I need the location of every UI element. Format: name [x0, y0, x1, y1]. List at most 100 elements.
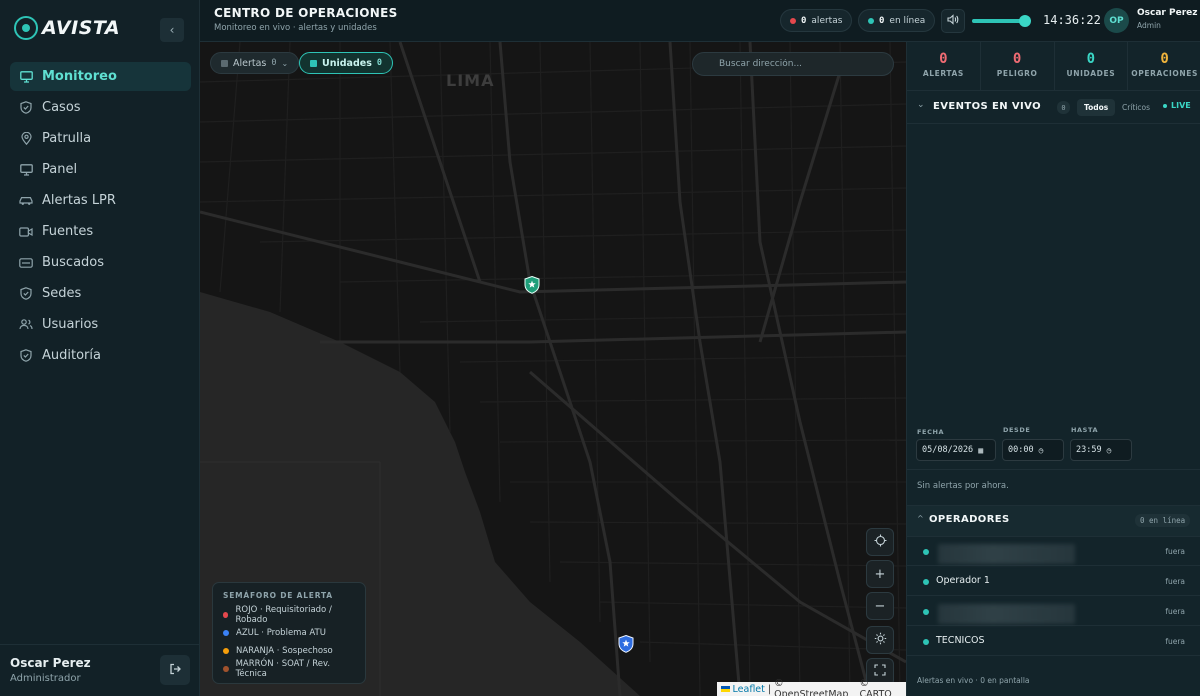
stat-operaciones: 0 OPERACIONES: [1128, 42, 1200, 90]
chevron-up-icon: ^: [917, 514, 924, 523]
leaflet-link[interactable]: Leaflet: [733, 684, 765, 695]
unit-marker-blue[interactable]: [618, 634, 634, 653]
online-counter-pill[interactable]: 0 en línea: [858, 9, 936, 32]
stats-bar: 0 ALERTAS 0 PELIGRO 0 UNIDADES 0 OPERACI…: [907, 42, 1200, 91]
attribution-separator: |: [767, 683, 772, 695]
sidebar: AVISTA ‹ Monitoreo Casos Patrulla Panel …: [0, 0, 200, 696]
stat-label: UNIDADES: [1066, 69, 1116, 78]
map[interactable]: Alertas 0 ⌄ Unidades 0 LIMA + −: [200, 42, 906, 696]
status-dot-icon: [923, 579, 929, 585]
legend-item: ROJO · Requisitoriado / Robado: [223, 605, 355, 625]
app-root: AVISTA ‹ Monitoreo Casos Patrulla Panel …: [0, 0, 1200, 696]
fecha-input[interactable]: 05/08/2026 ▦: [916, 439, 996, 461]
volume-button[interactable]: [941, 9, 965, 33]
red-dot-icon: [790, 17, 796, 24]
desde-input[interactable]: 00:00 ◷: [1002, 439, 1064, 461]
car-icon: [19, 194, 33, 208]
sidebar-item-panel[interactable]: Panel: [10, 155, 191, 184]
plus-icon: +: [874, 566, 886, 582]
operators-title: OPERADORES: [929, 514, 1010, 525]
blue-dot-icon: [223, 630, 229, 636]
filter-critical-button[interactable]: Críticos: [1115, 99, 1157, 116]
shield-icon: [19, 287, 33, 301]
sidebar-item-label: Usuarios: [42, 317, 99, 332]
stat-alertas: 0 ALERTAS: [907, 42, 981, 90]
fecha-label: FECHA: [917, 428, 945, 436]
crosshair-icon: [874, 534, 887, 551]
hasta-input[interactable]: 23:59 ◷: [1070, 439, 1132, 461]
operator-row[interactable]: fuera: [907, 597, 1200, 626]
theme-toggle-button[interactable]: [866, 626, 894, 654]
sidebar-item-patrulla[interactable]: Patrulla: [10, 124, 191, 153]
avatar[interactable]: OP: [1104, 8, 1129, 33]
shield-icon: [19, 101, 33, 115]
square-icon: [221, 59, 228, 67]
units-layer-count: 0: [376, 58, 382, 68]
sidebar-item-casos[interactable]: Casos: [10, 93, 191, 122]
users-icon: [19, 318, 33, 332]
alerts-count: 0: [801, 15, 807, 26]
logout-button[interactable]: [160, 655, 190, 685]
filter-all-button[interactable]: Todos: [1077, 99, 1116, 116]
live-dot-icon: [1163, 103, 1167, 108]
volume-slider-fill: [972, 19, 1026, 23]
operator-status: fuera: [1165, 547, 1185, 556]
fecha-value: 05/08/2026: [922, 445, 974, 455]
sidebar-item-label: Patrulla: [42, 131, 92, 146]
chevron-left-icon: ‹: [169, 23, 175, 37]
live-indicator: LIVE: [1163, 101, 1191, 110]
operator-row[interactable]: Operador 1 fuera: [907, 567, 1200, 596]
units-layer-toggle[interactable]: Unidades 0: [299, 52, 393, 74]
sidebar-item-fuentes[interactable]: Fuentes: [10, 217, 191, 246]
clock-icon: ◷: [1106, 445, 1112, 455]
sidebar-user-role: Administrador: [10, 673, 81, 684]
redacted-name: [938, 604, 1075, 624]
operators-online-badge: 0 en línea: [1135, 514, 1191, 527]
calendar-icon: ▦: [978, 445, 984, 455]
collapse-sidebar-button[interactable]: ‹: [160, 18, 184, 42]
sidebar-item-sedes[interactable]: Sedes: [10, 279, 191, 308]
sidebar-item-label: Alertas LPR: [42, 193, 116, 208]
sidebar-item-auditoria[interactable]: Auditoría: [10, 341, 191, 370]
sidebar-item-buscados[interactable]: Buscados: [10, 248, 191, 277]
sidebar-item-monitoreo[interactable]: Monitoreo: [10, 62, 191, 91]
zoom-in-button[interactable]: +: [866, 560, 894, 588]
alerts-layer-toggle[interactable]: Alertas 0 ⌄: [210, 52, 300, 74]
chevron-down-icon[interactable]: ⌄: [917, 100, 925, 110]
brown-dot-icon: [223, 666, 229, 672]
topbar: CENTRO DE OPERACIONES Monitoreo en vivo …: [200, 0, 1200, 42]
sidebar-item-usuarios[interactable]: Usuarios: [10, 310, 191, 339]
sidebar-item-alertas-lpr[interactable]: Alertas LPR: [10, 186, 191, 215]
red-dot-icon: [223, 612, 229, 618]
volume-slider-handle[interactable]: [1019, 15, 1032, 27]
brand[interactable]: AVISTA: [14, 16, 120, 40]
address-search-input[interactable]: [692, 52, 894, 76]
operator-row[interactable]: fuera: [907, 537, 1200, 566]
operator-status: fuera: [1165, 607, 1185, 616]
online-count: 0: [879, 15, 885, 26]
square-icon: [310, 59, 317, 67]
operator-name: Operador 1: [936, 575, 990, 586]
zoom-out-button[interactable]: −: [866, 592, 894, 620]
carto-attribution[interactable]: © CARTO: [859, 678, 902, 696]
sidebar-footer: Oscar Perez Administrador: [0, 644, 200, 696]
events-title: EVENTOS EN VIVO: [933, 101, 1041, 112]
volume-slider[interactable]: [972, 15, 1032, 27]
alert-legend: SEMÁFORO DE ALERTA ROJO · Requisitoriado…: [212, 582, 366, 684]
locate-button[interactable]: [866, 528, 894, 556]
desde-value: 00:00: [1008, 445, 1034, 455]
date-filter-row: FECHA DESDE HASTA 05/08/2026 ▦ 00:00 ◷ 2…: [916, 426, 1196, 466]
panel-footer-text: Alertas en vivo · 0 en pantalla: [917, 676, 1030, 685]
operator-row[interactable]: TECNICOS fuera: [907, 627, 1200, 656]
legend-item: MARRÓN · SOAT / Rev. Técnica: [223, 659, 355, 679]
alerts-counter-pill[interactable]: 0 alertas: [780, 9, 853, 32]
monitor-icon: [19, 70, 33, 84]
shield-icon: [19, 349, 33, 363]
shield-star-icon: [618, 634, 634, 653]
brand-name: AVISTA: [42, 17, 121, 39]
osm-attribution[interactable]: © OpenStreetMap: [774, 678, 856, 696]
green-dot-icon: [868, 17, 874, 24]
unit-marker-green[interactable]: [524, 275, 540, 294]
chevron-down-icon: ⌄: [281, 58, 289, 68]
operators-header[interactable]: ^ OPERADORES 0 en línea: [907, 506, 1200, 537]
